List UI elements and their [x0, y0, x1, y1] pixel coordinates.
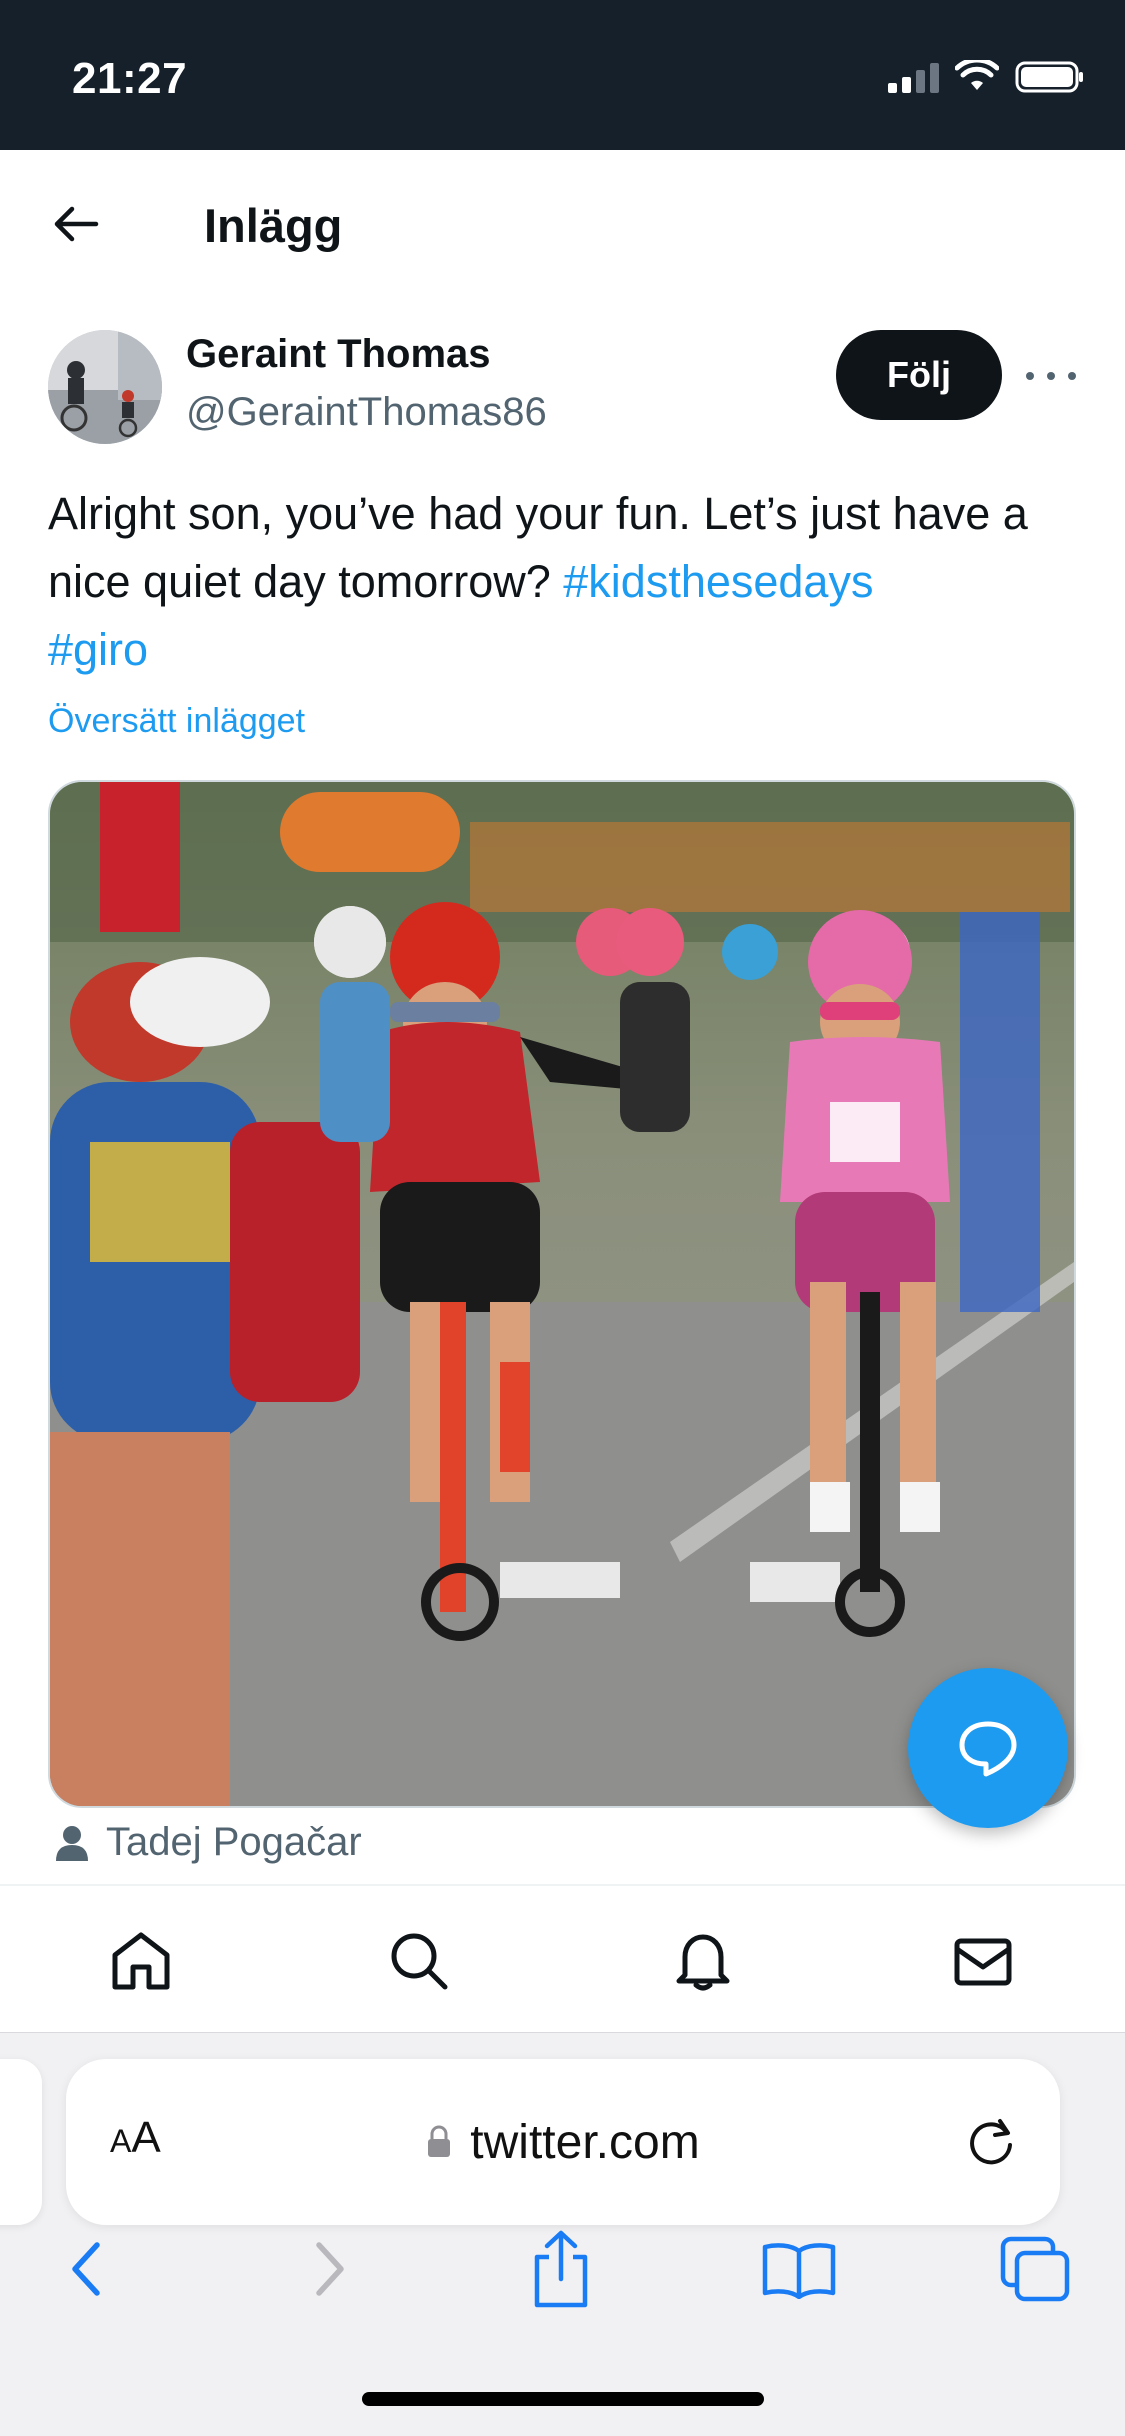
tweet-photo[interactable]: [48, 780, 1076, 1808]
nav-messages[interactable]: [948, 1926, 1018, 1996]
lock-icon: [428, 2125, 451, 2157]
nav-notifications[interactable]: [668, 1926, 738, 1996]
chat-bubble-icon: [959, 1721, 1017, 1777]
share-button[interactable]: [516, 2224, 606, 2314]
home-icon: [112, 1932, 170, 1990]
author-name[interactable]: Geraint Thomas: [186, 332, 491, 377]
tabs-icon: [1000, 2236, 1070, 2302]
browser-forward-button[interactable]: [284, 2224, 374, 2314]
status-bar: 21:27: [0, 0, 1125, 150]
hashtag-link[interactable]: #giro: [48, 624, 148, 675]
top-bar: Inlägg: [0, 150, 1125, 300]
nav-search[interactable]: [384, 1926, 454, 1996]
bell-icon: [676, 1934, 730, 1991]
tagged-users[interactable]: Tadej Pogačar: [52, 1820, 362, 1865]
browser-back-button[interactable]: [42, 2224, 132, 2314]
follow-button[interactable]: Följ: [836, 330, 1002, 420]
nav-home[interactable]: [106, 1926, 176, 1996]
battery-icon: [1015, 61, 1083, 93]
hashtag-link[interactable]: #kidsthesedays: [563, 556, 873, 607]
url-text: twitter.com: [470, 2115, 700, 2169]
more-horizontal-icon: [1026, 372, 1034, 380]
tabs-button[interactable]: [990, 2224, 1080, 2314]
compose-button[interactable]: [908, 1668, 1068, 1828]
status-time: 21:27: [72, 54, 188, 103]
tweet-text: Alright son, you’ve had your fun. Let’s …: [48, 480, 1088, 684]
translate-link[interactable]: Översätt inlägget: [48, 702, 305, 741]
reload-icon: [970, 2119, 1012, 2165]
page-title: Inlägg: [204, 199, 343, 252]
cellular-signal-icon: [888, 61, 939, 93]
back-button[interactable]: [40, 194, 112, 254]
previous-tab-card[interactable]: [0, 2059, 42, 2225]
status-icons: [888, 60, 1085, 94]
bookmarks-button[interactable]: [754, 2224, 844, 2314]
search-icon: [391, 1933, 448, 1990]
person-icon: [56, 1825, 88, 1861]
avatar[interactable]: [48, 330, 162, 444]
reload-button[interactable]: [962, 2113, 1020, 2171]
author-handle[interactable]: @GeraintThomas86: [186, 390, 547, 435]
address-bar[interactable]: AA twitter.com: [66, 2059, 1060, 2225]
chevron-left-icon: [72, 2242, 100, 2296]
book-icon: [762, 2243, 836, 2299]
home-indicator: [362, 2392, 764, 2406]
more-options-button[interactable]: [1026, 356, 1076, 396]
wifi-icon: [955, 60, 999, 90]
tagged-user-name: Tadej Pogačar: [106, 1820, 362, 1864]
bottom-nav: [0, 1884, 1125, 2032]
chevron-right-icon: [316, 2242, 344, 2296]
arrow-left-icon: [54, 206, 99, 242]
tweet-body: Alright son, you’ve had your fun. Let’s …: [48, 488, 1028, 607]
share-icon: [534, 2230, 588, 2308]
mail-icon: [954, 1938, 1012, 1986]
